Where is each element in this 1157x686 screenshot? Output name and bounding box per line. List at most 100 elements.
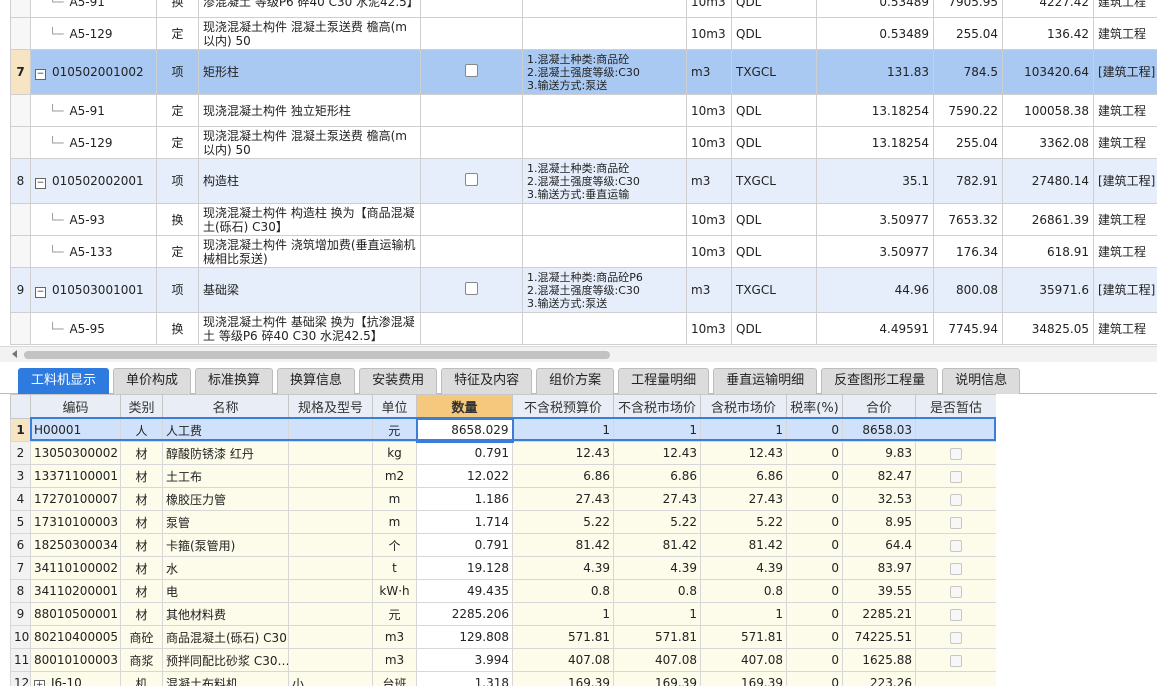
total-cell[interactable]: 83.97 xyxy=(842,556,916,580)
code-cell[interactable]: 17310100003 xyxy=(30,510,121,534)
bill-row[interactable]: └─ A5-133 定现浇混凝土构件 浇筑增加费(垂直运输机械相比泵送) 10m3 QD… xyxy=(10,235,1157,268)
expr-cell[interactable]: QDL xyxy=(731,126,817,159)
estimate-cell[interactable] xyxy=(915,464,996,488)
tab-9[interactable]: 反查图形工程量 xyxy=(821,368,939,394)
resource-row[interactable]: 7 34110100002 材 水 t 19.128 4.39 4.39 4.39 0 83.97 xyxy=(10,556,996,580)
expr-cell[interactable]: QDL xyxy=(731,94,817,127)
price-cell[interactable]: 7590.22 xyxy=(933,94,1003,127)
quantity-cell[interactable]: 3.50977 xyxy=(816,235,934,268)
total-cell[interactable]: 223.26 xyxy=(842,671,916,686)
resource-row[interactable]: 5 17310100003 材 泵管 m 1.714 5.22 5.22 5.22 0 8.95 xyxy=(10,510,996,534)
unit-cell[interactable]: 个 xyxy=(372,533,417,557)
resource-row[interactable]: 9 88010500001 材 其他材料费 元 2285.206 1 1 1 0 2285.21 xyxy=(10,602,996,626)
estimate-checkbox-icon[interactable] xyxy=(950,447,962,460)
cat-cell[interactable]: 材 xyxy=(120,533,163,557)
tax-cell[interactable]: 0 xyxy=(786,602,843,626)
p2-cell[interactable]: 81.42 xyxy=(613,533,701,557)
cat-cell[interactable]: 材 xyxy=(120,510,163,534)
feature-cell[interactable] xyxy=(522,235,687,268)
bill-row[interactable]: └─ A5-93 换现浇混凝土构件 构造柱 换为【商品混凝土(砾石) C30】 10m… xyxy=(10,203,1157,236)
checkbox-cell[interactable] xyxy=(420,0,523,18)
name-cell[interactable]: 混凝土布料机 xyxy=(162,671,289,686)
total-cell[interactable]: 1625.88 xyxy=(842,648,916,672)
column-header[interactable]: 税率(%) xyxy=(786,394,843,419)
cat-cell[interactable]: 材 xyxy=(120,464,163,488)
checkbox-cell[interactable] xyxy=(420,158,523,204)
resource-row[interactable]: 12 + J6-10 机 混凝土布料机 小 台班 1.318 169.39 169.39 169.3… xyxy=(10,671,996,686)
p3-cell[interactable]: 0.8 xyxy=(700,579,787,603)
total-cell[interactable]: 136.42 xyxy=(1002,17,1094,50)
scroll-left-icon[interactable] xyxy=(12,350,17,358)
p1-cell[interactable]: 27.43 xyxy=(512,487,614,511)
bill-row[interactable]: 9−010503001001 项基础梁 1.混凝土种类:商品砼P6 2.混凝土强度等级… xyxy=(10,267,1157,313)
code-cell[interactable]: 80210400005 xyxy=(30,625,121,649)
unit-cell[interactable]: m xyxy=(372,487,417,511)
specialty-cell[interactable]: 建筑工程 xyxy=(1093,17,1157,50)
specialty-cell[interactable]: 建筑工程 xyxy=(1093,126,1157,159)
estimate-cell[interactable] xyxy=(915,579,996,603)
qty-cell[interactable]: 129.808 xyxy=(416,625,513,649)
code-cell[interactable]: 80010100003 xyxy=(30,648,121,672)
total-cell[interactable]: 100058.38 xyxy=(1002,94,1094,127)
resource-row[interactable]: 11 80010100003 商浆 预拌同配比砂浆 C30… m3 3.994 407.08… xyxy=(10,648,996,672)
collapse-icon[interactable]: − xyxy=(35,286,46,298)
type-cell[interactable]: 换 xyxy=(156,203,199,236)
p3-cell[interactable]: 27.43 xyxy=(700,487,787,511)
spec-cell[interactable] xyxy=(288,418,373,442)
code-cell[interactable]: −010502001002 xyxy=(30,49,157,95)
estimate-checkbox-icon[interactable] xyxy=(950,654,962,667)
p3-cell[interactable]: 1 xyxy=(700,418,787,442)
column-header[interactable]: 含税市场价 xyxy=(700,394,787,419)
specialty-cell[interactable]: 建筑工程 xyxy=(1093,0,1157,18)
p1-cell[interactable]: 1 xyxy=(512,602,614,626)
feature-cell[interactable]: 1.混凝土种类:商品砼 2.混凝土强度等级:C30 3.输送方式:泵送 xyxy=(522,49,687,95)
feature-cell[interactable] xyxy=(522,17,687,50)
checkbox-icon[interactable] xyxy=(465,173,478,186)
name-cell[interactable]: 土工布 xyxy=(162,464,289,488)
type-cell[interactable]: 定 xyxy=(156,126,199,159)
cat-cell[interactable]: 人 xyxy=(120,418,163,442)
tax-cell[interactable]: 0 xyxy=(786,533,843,557)
p1-cell[interactable]: 0.8 xyxy=(512,579,614,603)
qty-cell[interactable]: 1.714 xyxy=(416,510,513,534)
unit-cell[interactable]: m xyxy=(372,510,417,534)
resource-row[interactable]: 1 H00001 人人工费元 8658.029 1 1 1 0 8658.03 xyxy=(10,417,996,443)
code-cell[interactable]: └─ A5-133 xyxy=(30,235,157,268)
expr-cell[interactable]: TXGCL xyxy=(731,267,817,313)
bill-row[interactable]: └─ A5-91 定现浇混凝土构件 独立矩形柱 10m3 QDL 13.18254 7590… xyxy=(10,94,1157,127)
qty-cell[interactable]: 8658.029 xyxy=(415,417,514,443)
expr-cell[interactable]: QDL xyxy=(731,0,817,18)
quantity-cell[interactable]: 0.53489 xyxy=(816,17,934,50)
quantity-cell[interactable]: 35.1 xyxy=(816,158,934,204)
spec-cell[interactable] xyxy=(288,533,373,557)
feature-cell[interactable] xyxy=(522,312,687,345)
p3-cell[interactable]: 571.81 xyxy=(700,625,787,649)
total-cell[interactable]: 8.95 xyxy=(842,510,916,534)
quantity-cell[interactable]: 13.18254 xyxy=(816,94,934,127)
checkbox-cell[interactable] xyxy=(420,267,523,313)
total-cell[interactable]: 4227.42 xyxy=(1002,0,1094,18)
total-cell[interactable]: 618.91 xyxy=(1002,235,1094,268)
estimate-cell[interactable] xyxy=(915,556,996,580)
price-cell[interactable]: 7905.95 xyxy=(933,0,1003,18)
unit-cell[interactable]: 元 xyxy=(372,418,417,442)
resource-row[interactable]: 4 17270100007 材 橡胶压力管 m 1.186 27.43 27.43 27.43 0… xyxy=(10,487,996,511)
column-header[interactable] xyxy=(10,394,31,419)
spec-cell[interactable] xyxy=(288,648,373,672)
estimate-cell[interactable] xyxy=(915,602,996,626)
tax-cell[interactable]: 0 xyxy=(786,487,843,511)
p1-cell[interactable]: 12.43 xyxy=(512,441,614,465)
type-cell[interactable]: 项 xyxy=(156,158,199,204)
total-cell[interactable]: 64.4 xyxy=(842,533,916,557)
name-cell[interactable]: 泵管 xyxy=(162,510,289,534)
total-cell[interactable]: 9.83 xyxy=(842,441,916,465)
spec-cell[interactable] xyxy=(288,464,373,488)
name-cell[interactable]: 商品混凝土(砾石) C30 xyxy=(162,625,289,649)
column-header[interactable]: 是否暂估 xyxy=(915,394,996,419)
tax-cell[interactable]: 0 xyxy=(786,579,843,603)
cat-cell[interactable]: 材 xyxy=(120,602,163,626)
p1-cell[interactable]: 169.39 xyxy=(512,671,614,686)
quantity-cell[interactable]: 13.18254 xyxy=(816,126,934,159)
name-cell[interactable]: 卡箍(泵管用) xyxy=(162,533,289,557)
total-cell[interactable]: 34825.05 xyxy=(1002,312,1094,345)
